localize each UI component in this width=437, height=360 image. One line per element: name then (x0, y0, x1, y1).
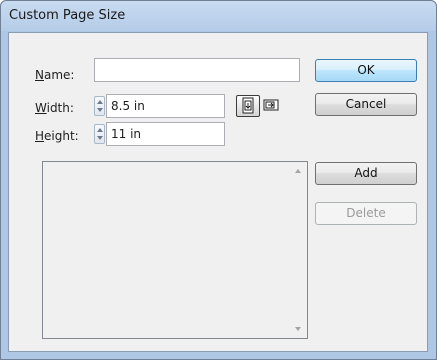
stepper-up-arrow-icon[interactable] (97, 128, 103, 132)
height-field[interactable]: 11 in (106, 122, 225, 146)
landscape-orientation-button[interactable] (260, 95, 284, 117)
title-bar[interactable]: Custom Page Size (1, 1, 436, 31)
scroll-down-arrow-icon[interactable] (295, 327, 301, 331)
width-label-text: idth: (46, 101, 74, 115)
portrait-orientation-button[interactable] (236, 95, 260, 117)
height-label-text: eight: (44, 129, 79, 143)
custom-page-size-dialog: Custom Page Size Name: Width: 8.5 in Hei… (0, 0, 437, 360)
width-stepper[interactable] (94, 96, 105, 116)
width-label-mnemonic: W (35, 101, 47, 115)
height-label-mnemonic: H (35, 129, 45, 143)
stepper-up-arrow-icon[interactable] (97, 100, 103, 104)
height-stepper[interactable] (94, 124, 105, 144)
name-label: Name: (35, 68, 74, 82)
width-field[interactable]: 8.5 in (106, 94, 225, 118)
stepper-down-arrow-icon[interactable] (97, 108, 103, 112)
window-title: Custom Page Size (9, 8, 126, 23)
delete-button[interactable]: Delete (315, 202, 417, 225)
scroll-up-arrow-icon[interactable] (295, 169, 301, 173)
name-label-mnemonic: N (35, 68, 44, 82)
stepper-down-arrow-icon[interactable] (97, 136, 103, 140)
ok-button[interactable]: OK (315, 59, 417, 82)
page-size-list[interactable] (42, 161, 308, 339)
landscape-page-icon (263, 99, 279, 111)
name-field[interactable] (94, 58, 300, 82)
portrait-page-icon (242, 97, 254, 114)
add-button[interactable]: Add (315, 162, 417, 185)
list-scrollbar[interactable] (290, 162, 307, 338)
cancel-button[interactable]: Cancel (315, 93, 417, 116)
height-label: Height: (35, 129, 79, 143)
name-label-text: ame: (43, 68, 75, 82)
width-label: Width: (35, 101, 74, 115)
